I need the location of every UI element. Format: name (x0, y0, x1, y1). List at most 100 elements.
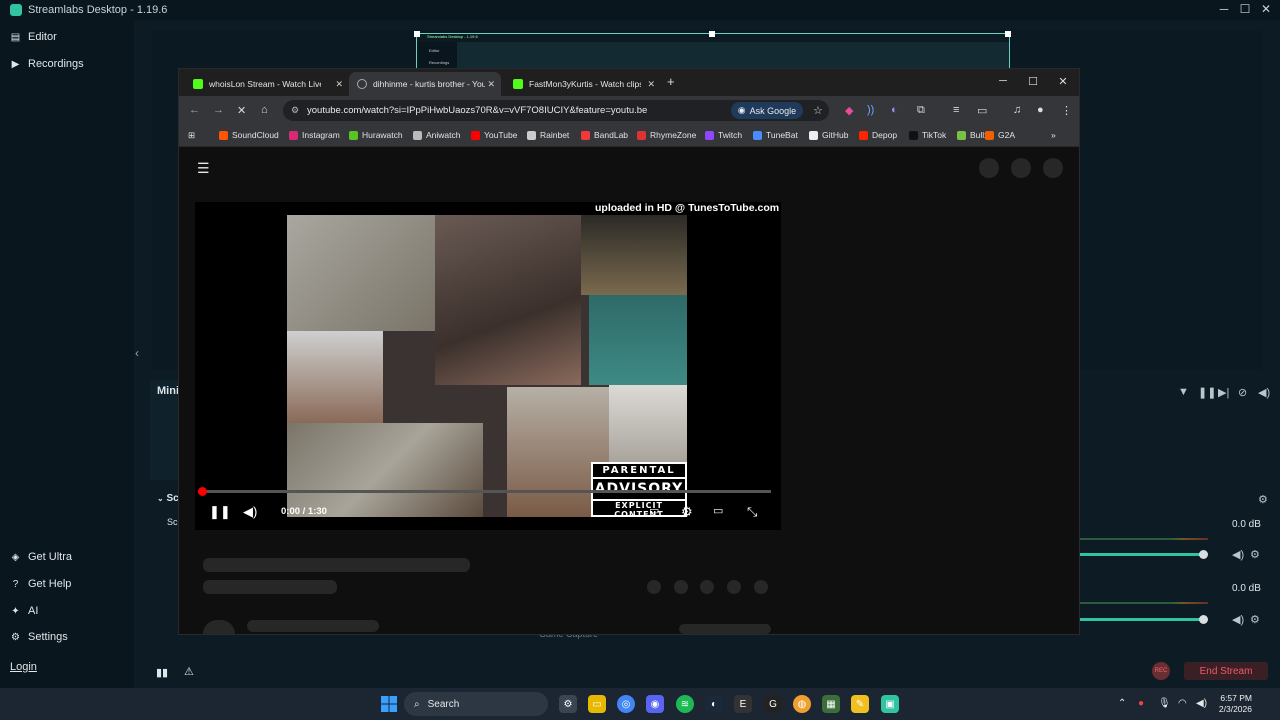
tab-search-icon[interactable]: ≡ (953, 104, 959, 116)
minimize-icon[interactable]: ─ (1214, 2, 1234, 16)
login-link[interactable]: Login (10, 661, 37, 673)
close-tab-icon[interactable]: ✕ (335, 79, 343, 90)
pencil-app-icon[interactable]: ✎ (851, 695, 869, 713)
media-controls-icon[interactable]: ♫ (1013, 104, 1021, 116)
maximize-icon[interactable]: ☐ (1021, 75, 1045, 88)
volume-slider-track[interactable] (1080, 553, 1203, 556)
pause-icon[interactable]: ❚❚ (209, 504, 231, 520)
close-icon[interactable]: ✕ (1051, 75, 1075, 88)
volume-slider-track[interactable] (1080, 618, 1203, 621)
end-stream-button[interactable]: End Stream (1184, 662, 1268, 680)
volume-slider-knob[interactable] (1199, 615, 1208, 624)
settings-gear-icon[interactable]: ⚙ (681, 504, 693, 520)
gear-icon[interactable]: ⚙ (1250, 613, 1260, 626)
speaker-icon[interactable]: ◀) (1232, 613, 1244, 626)
mixer-settings-gear-icon[interactable]: ⚙ (1258, 493, 1268, 506)
menu-hamburger-icon[interactable]: ☰ (197, 160, 210, 177)
volume-slider-knob[interactable] (1199, 550, 1208, 559)
nvidia-app-icon[interactable]: ▦ (822, 695, 840, 713)
browser-tab-youtube[interactable]: dihhinme - kurtis brother - You ✕ (349, 72, 501, 96)
bookmark-youtube[interactable]: YouTube (471, 130, 517, 140)
site-info-icon[interactable]: ⚙ (291, 105, 299, 116)
bookmark-aniwatch[interactable]: Aniwatch (413, 130, 461, 140)
chrome-icon[interactable]: ◎ (617, 695, 635, 713)
resize-handle[interactable] (414, 31, 420, 37)
sidebar-item-recordings[interactable]: ▶ Recordings (10, 58, 84, 70)
extension-icon[interactable]: ◆ (845, 104, 853, 117)
close-tab-icon[interactable]: ✕ (487, 79, 495, 90)
record-button[interactable]: REC (1152, 662, 1170, 680)
extensions-puzzle-icon[interactable]: ⧉ (917, 104, 925, 117)
skip-icon[interactable]: ▶| (1218, 386, 1229, 399)
video-player[interactable]: PARENTAL ADVISORY EXPLICIT CONTENT uploa… (195, 202, 781, 530)
bookmark-tiktok[interactable]: TikTok (909, 130, 946, 140)
sidebar-item-editor[interactable]: ▤ Editor (10, 31, 57, 43)
extension-icon[interactable]: ◐ (891, 104, 898, 116)
captions-icon[interactable]: ▭ (649, 504, 659, 517)
pause-icon[interactable]: ❚❚ (1198, 386, 1216, 399)
new-tab-icon[interactable]: + (667, 74, 675, 89)
steam-icon[interactable]: ◐ (705, 695, 723, 713)
filter-icon[interactable]: ▼ (1178, 386, 1189, 398)
github-desktop-icon[interactable]: G (764, 695, 782, 713)
mute-alerts-icon[interactable]: ⊘ (1238, 386, 1247, 399)
close-tab-icon[interactable]: ✕ (647, 79, 655, 90)
more-bookmarks-icon[interactable]: » (1051, 130, 1056, 140)
bookmark-rainbet[interactable]: Rainbet (527, 130, 569, 140)
forward-icon[interactable]: → (213, 104, 224, 116)
progress-bar[interactable] (203, 490, 771, 493)
speaker-icon[interactable]: ◀) (1258, 386, 1270, 399)
extension-icon[interactable]: )) (867, 104, 874, 116)
tray-app-icon[interactable]: ● (1138, 698, 1144, 709)
collapse-sidebar-icon[interactable]: ‹ (135, 346, 139, 360)
maximize-icon[interactable]: ☐ (1235, 2, 1255, 16)
streamlabs-app-icon[interactable]: ▣ (881, 695, 899, 713)
resize-handle[interactable] (1005, 31, 1011, 37)
apps-grid-icon[interactable]: ⊞ (188, 130, 195, 141)
bookmark-bullx[interactable]: Bullx (957, 130, 988, 140)
sidebar-item-get-ultra[interactable]: ◈ Get Ultra (10, 551, 72, 563)
settings-app-icon[interactable]: ⚙ (559, 695, 577, 713)
stats-icon[interactable]: ▮▮ (156, 666, 168, 679)
sidebar-item-ai[interactable]: ✦ AI (10, 605, 38, 617)
bookmark-github[interactable]: GitHub (809, 130, 848, 140)
gear-icon[interactable]: ⚙ (1250, 548, 1260, 561)
volume-icon[interactable]: ◀) (1196, 698, 1207, 709)
fullscreen-icon[interactable]: ⤡ (747, 504, 757, 520)
speaker-icon[interactable]: ◀) (1232, 548, 1244, 561)
microphone-icon[interactable]: 🎙︎ (1158, 698, 1171, 709)
menu-kebab-icon[interactable]: ⋮ (1061, 104, 1072, 117)
bookmark-depop[interactable]: Depop (859, 130, 897, 140)
ask-google-button[interactable]: ◉ Ask Google (731, 102, 803, 119)
minimize-icon[interactable]: ─ (991, 75, 1015, 87)
epic-games-icon[interactable]: E (734, 695, 752, 713)
bookmark-rhymezone[interactable]: RhymeZone (637, 130, 696, 140)
taskbar-search[interactable]: ⌕ Search (404, 692, 548, 716)
stop-loading-icon[interactable]: ✕ (237, 104, 246, 117)
alert-icon[interactable]: ⚠ (184, 665, 194, 678)
wifi-icon[interactable]: ◠ (1178, 698, 1187, 709)
bookmark-instagram[interactable]: Instagram (289, 130, 340, 140)
tray-overflow-icon[interactable]: ⌃ (1118, 698, 1126, 709)
scene-item[interactable]: Sc (167, 517, 178, 527)
bookmark-g2a[interactable]: G2A (985, 130, 1015, 140)
spotify-icon[interactable]: ≋ (676, 695, 694, 713)
bookmark-tunebat[interactable]: TuneBat (753, 130, 798, 140)
back-icon[interactable]: ← (189, 104, 200, 116)
close-icon[interactable]: ✕ (1256, 2, 1276, 16)
bookmark-bandlab[interactable]: BandLab (581, 130, 628, 140)
bookmark-hurawatch[interactable]: Hurawatch (349, 130, 403, 140)
discord-icon[interactable]: ◉ (646, 695, 664, 713)
scrubber-handle[interactable] (198, 487, 207, 496)
sidebar-item-get-help[interactable]: ? Get Help (10, 578, 72, 590)
bookmark-star-icon[interactable]: ☆ (813, 104, 823, 117)
system-clock[interactable]: 6:57 PM 2/3/2026 (1212, 693, 1252, 715)
profile-avatar-icon[interactable]: ● (1037, 104, 1044, 116)
browser-tab-kick-1[interactable]: whoisLon Stream - Watch Live ✕ (185, 72, 349, 96)
bookmark-soundcloud[interactable]: SoundCloud (219, 130, 279, 140)
browser-app-icon[interactable]: ◍ (793, 695, 811, 713)
file-explorer-icon[interactable]: ▭ (588, 695, 606, 713)
resize-handle[interactable] (709, 31, 715, 37)
windows-start-icon[interactable] (380, 695, 398, 713)
sidebar-item-settings[interactable]: ⚙ Settings (10, 631, 68, 643)
